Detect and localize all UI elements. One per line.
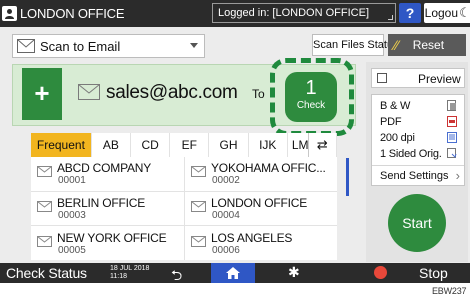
back-icon[interactable]: ⮌ (171, 265, 182, 283)
envelope-icon (37, 201, 52, 212)
resolution-icon (447, 132, 457, 143)
tab-ijk[interactable]: IJK (249, 133, 288, 157)
logout-button[interactable]: Logout (424, 3, 462, 23)
settings-summary[interactable]: B & W PDF 200 dpi 1 Sided Orig. Send Set… (371, 94, 465, 186)
grid-divider (31, 225, 337, 226)
bottom-bar: Check Status 18 JUL 2018 11:18 ⮌ ✱ Stop (0, 263, 470, 283)
bw-page-icon (447, 100, 456, 111)
format-setting: PDF (380, 116, 402, 128)
user-indicator: LONDON OFFICE (0, 0, 140, 27)
check-status-button[interactable]: Check Status (6, 265, 87, 281)
to-label: To (252, 87, 265, 101)
tab-ef[interactable]: EF (170, 133, 210, 157)
send-settings-button[interactable]: Send Settings › (372, 165, 464, 185)
address-tabs: Frequent AB CD EF GH IJK LM ⇄ (31, 133, 337, 157)
tab-ab[interactable]: AB (92, 133, 131, 157)
user-name: LONDON OFFICE (20, 6, 125, 21)
tab-lm[interactable]: LM (288, 133, 308, 157)
sided-page-icon (447, 148, 457, 158)
entry-number: 00004 (212, 210, 240, 221)
reset-label: Reset (412, 38, 445, 52)
color-setting: B & W (380, 100, 411, 112)
home-button[interactable] (211, 263, 255, 283)
envelope-icon (78, 84, 100, 100)
scanner-screen: LONDON OFFICE Logged in: [LONDON OFFICE]… (0, 0, 470, 283)
preview-toggle[interactable]: Preview (371, 68, 465, 88)
checkbox-icon (377, 73, 387, 83)
check-count: 1 (305, 77, 317, 99)
stop-button[interactable]: Stop (419, 265, 448, 281)
gear-icon[interactable]: ✱ (288, 264, 300, 281)
energy-saver-button[interactable]: ☾ (458, 3, 470, 23)
figure-code: EBW237 (432, 286, 467, 296)
user-icon (2, 6, 17, 21)
start-button[interactable]: Start (388, 194, 446, 252)
address-entry[interactable]: NEW YORK OFFICE 00005 (31, 228, 181, 260)
envelope-icon (191, 166, 206, 177)
chevron-right-icon: › (455, 168, 460, 183)
address-entry[interactable]: ABCD COMPANY 00001 (31, 158, 181, 190)
destination-address[interactable]: sales@abc.com (106, 82, 238, 104)
envelope-icon (17, 39, 35, 53)
envelope-icon (37, 236, 52, 247)
list-scrollbar[interactable] (346, 158, 349, 196)
stop-icon[interactable] (374, 266, 387, 279)
scan-files-status-button[interactable]: Scan Files Status (312, 34, 399, 56)
login-status: Logged in: [LONDON OFFICE] (212, 3, 396, 23)
address-entry[interactable]: LONDON OFFICE 00004 (185, 193, 335, 225)
entry-name: BERLIN OFFICE (57, 196, 146, 210)
check-label: Check (296, 100, 326, 111)
reset-icon: ⁄⁄ (394, 37, 399, 53)
home-icon (226, 267, 240, 279)
envelope-icon (37, 166, 52, 177)
entry-number: 00001 (58, 175, 86, 186)
entry-name: LOS ANGELES (211, 231, 293, 245)
entry-name: YOKOHAMA OFFIC... (211, 161, 326, 175)
entry-name: LONDON OFFICE (211, 196, 308, 210)
add-destination-button[interactable]: + (22, 68, 62, 120)
moon-icon: ☾ (459, 5, 470, 20)
address-entry[interactable]: YOKOHAMA OFFIC... 00002 (185, 158, 335, 190)
resize-corner-icon (388, 15, 393, 20)
time-text: 11:18 (110, 273, 127, 280)
address-entry[interactable]: LOS ANGELES 00006 (185, 228, 335, 260)
reset-button[interactable]: ⁄⁄ Reset (388, 34, 466, 56)
date-text: 18 JUL 2018 (110, 265, 150, 272)
envelope-icon (191, 201, 206, 212)
address-list: ABCD COMPANY 00001 YOKOHAMA OFFIC... 000… (31, 157, 337, 260)
tab-cd[interactable]: CD (131, 133, 171, 157)
scan-mode-select[interactable]: Scan to Email (12, 34, 205, 58)
preview-label: Preview (418, 72, 461, 86)
orig-setting: 1 Sided Orig. (380, 148, 442, 160)
send-settings-label: Send Settings (380, 170, 449, 182)
resolution-setting: 200 dpi (380, 132, 415, 144)
entry-number: 00003 (58, 210, 86, 221)
tab-gh[interactable]: GH (209, 133, 249, 157)
envelope-icon (191, 236, 206, 247)
pdf-icon (447, 116, 457, 127)
help-button[interactable]: ? (399, 3, 421, 23)
entry-name: NEW YORK OFFICE (57, 231, 167, 245)
entry-name: ABCD COMPANY (57, 161, 152, 175)
check-button[interactable]: 1 Check (285, 72, 337, 122)
entry-number: 00006 (212, 245, 240, 256)
tab-frequent[interactable]: Frequent (31, 133, 92, 157)
chevron-down-icon (190, 43, 198, 48)
entry-number: 00005 (58, 245, 86, 256)
login-status-text: Logged in: [LONDON OFFICE] (218, 7, 369, 19)
date-time: 18 JUL 2018 11:18 (110, 265, 149, 281)
entry-number: 00002 (212, 175, 240, 186)
swap-icon[interactable]: ⇄ (307, 133, 337, 157)
scan-mode-label: Scan to Email (40, 38, 121, 54)
address-entry[interactable]: BERLIN OFFICE 00003 (31, 193, 181, 225)
grid-divider (31, 191, 337, 192)
top-bar: LONDON OFFICE Logged in: [LONDON OFFICE]… (0, 0, 470, 27)
